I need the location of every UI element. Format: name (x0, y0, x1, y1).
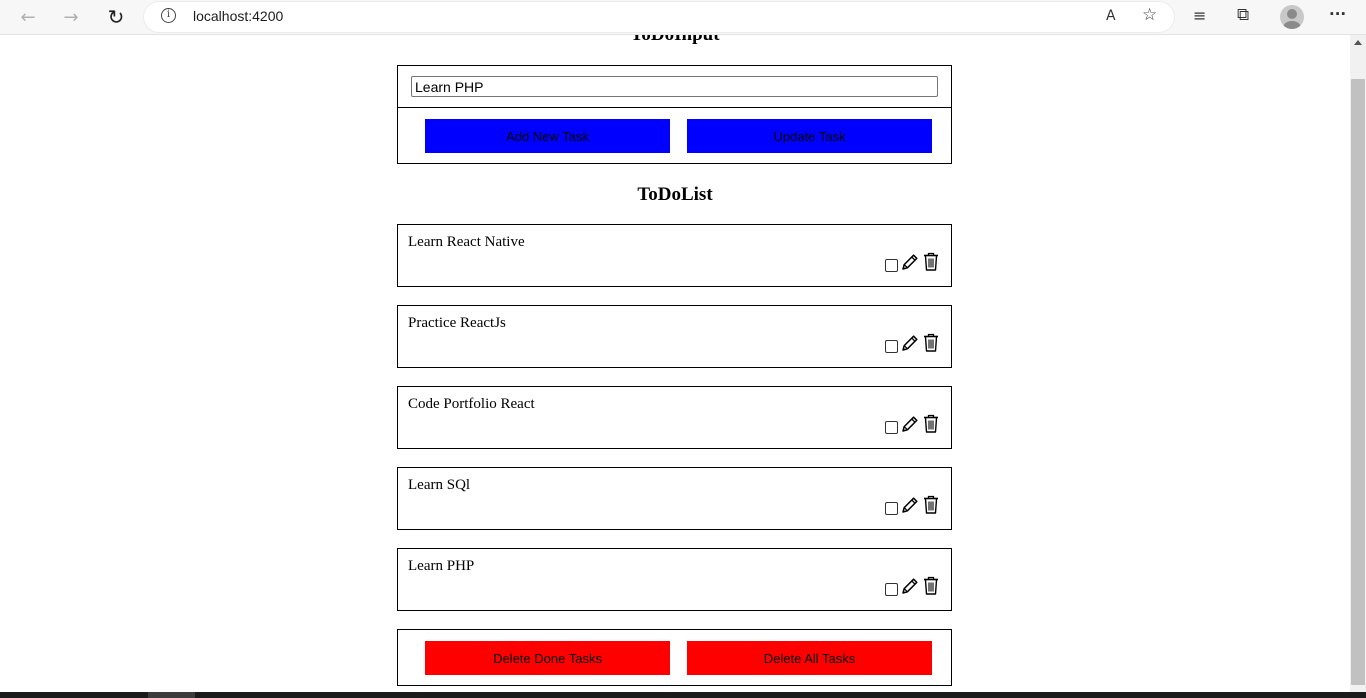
input-actions-box: Add New Task Update Task (397, 107, 952, 164)
pencil-icon[interactable] (900, 333, 920, 353)
add-new-task-button[interactable]: Add New Task (425, 119, 670, 153)
favorites-icon[interactable]: ≡ (1193, 6, 1206, 25)
favorite-add-icon[interactable]: ☆ (1142, 5, 1157, 25)
pencil-icon[interactable] (900, 495, 920, 515)
task-done-checkbox[interactable] (885, 583, 898, 596)
back-arrow-icon: ← (20, 6, 36, 28)
task-done-checkbox[interactable] (885, 502, 898, 515)
task-input-box (397, 65, 952, 108)
task-text: Learn React Native (408, 234, 525, 250)
task-done-checkbox[interactable] (885, 340, 898, 353)
browser-toolbar: ← → ↻ i localhost:4200 A ☆ ≡ ⧉ ··· (0, 0, 1366, 35)
taskbar (0, 692, 1366, 698)
profile-avatar[interactable] (1280, 5, 1304, 29)
scroll-up-arrow-icon[interactable] (1354, 40, 1362, 45)
vertical-scrollbar[interactable] (1350, 35, 1366, 692)
task-item: Code Portfolio React (397, 386, 952, 449)
trash-icon[interactable] (922, 495, 940, 515)
task-item: Learn React Native (397, 224, 952, 287)
todo-list-title: ToDoList (637, 184, 713, 205)
read-aloud-icon[interactable]: A (1106, 8, 1116, 24)
pencil-icon[interactable] (900, 414, 920, 434)
list-actions-box: Delete Done Tasks Delete All Tasks (397, 629, 952, 686)
trash-icon[interactable] (922, 333, 940, 353)
url-text[interactable]: localhost:4200 (193, 8, 283, 24)
task-input[interactable] (411, 76, 938, 97)
reload-button[interactable]: ↻ (101, 3, 131, 31)
task-done-checkbox[interactable] (885, 421, 898, 434)
reload-icon: ↻ (107, 5, 125, 29)
delete-all-tasks-button[interactable]: Delete All Tasks (687, 641, 932, 675)
task-item: Learn PHP (397, 548, 952, 611)
scroll-thumb[interactable] (1351, 79, 1365, 685)
pencil-icon[interactable] (900, 576, 920, 596)
trash-icon[interactable] (922, 576, 940, 596)
more-options-icon[interactable]: ··· (1329, 5, 1346, 23)
pencil-icon[interactable] (900, 252, 920, 272)
task-item: Learn SQl (397, 467, 952, 530)
back-button[interactable]: ← (13, 3, 43, 31)
task-item: Practice ReactJs (397, 305, 952, 368)
page-content: ToDoInput Add New Task Update Task ToDoL… (0, 35, 1350, 692)
task-text: Code Portfolio React (408, 396, 535, 412)
task-done-checkbox[interactable] (885, 259, 898, 272)
task-text: Learn PHP (408, 558, 475, 574)
task-text: Learn SQl (408, 477, 471, 493)
task-text: Practice ReactJs (408, 315, 506, 331)
address-bar[interactable]: i localhost:4200 A ☆ (144, 2, 1174, 32)
info-icon[interactable]: i (161, 8, 176, 23)
delete-done-tasks-button[interactable]: Delete Done Tasks (425, 641, 670, 675)
trash-icon[interactable] (922, 414, 940, 434)
update-task-button[interactable]: Update Task (687, 119, 932, 153)
forward-button[interactable]: → (56, 3, 86, 31)
forward-arrow-icon: → (63, 6, 79, 28)
trash-icon[interactable] (922, 252, 940, 272)
taskbar-active-item[interactable] (148, 692, 195, 698)
collections-icon[interactable]: ⧉ (1237, 5, 1249, 25)
todo-input-title: ToDoInput (0, 35, 1350, 46)
